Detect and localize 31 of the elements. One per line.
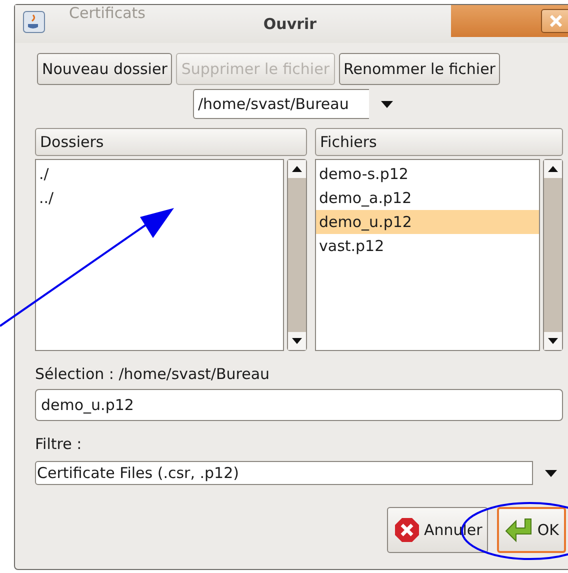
close-icon bbox=[550, 15, 562, 27]
scroll-up-icon[interactable] bbox=[548, 166, 558, 172]
scrollbar[interactable] bbox=[543, 159, 563, 351]
dropdown-caret-icon[interactable] bbox=[381, 100, 393, 108]
ok-button[interactable]: OK bbox=[497, 507, 566, 553]
scroll-down-icon[interactable] bbox=[292, 338, 302, 344]
enter-arrow-icon bbox=[505, 517, 534, 543]
path-dropdown[interactable]: /home/svast/Bureau bbox=[193, 89, 369, 119]
column-header[interactable]: Fichiers bbox=[315, 128, 563, 156]
cup-icon bbox=[23, 11, 45, 33]
filter-dropdown[interactable]: Certificate Files (.csr, .p12) bbox=[35, 461, 533, 485]
selection-label: Sélection : /home/svast/Bureau bbox=[35, 365, 271, 383]
toolbar-button[interactable]: Renommer le fichier bbox=[338, 53, 500, 85]
scrollbar[interactable] bbox=[287, 159, 307, 351]
dropdown-caret-icon[interactable] bbox=[545, 470, 557, 476]
scroll-down-icon[interactable] bbox=[548, 338, 558, 344]
file-item[interactable]: demo_a.p12 bbox=[316, 186, 539, 210]
close-button[interactable] bbox=[541, 9, 568, 33]
file-item[interactable]: demo-s.p12 bbox=[316, 162, 539, 186]
filter-label: Filtre : bbox=[35, 435, 83, 453]
file-item[interactable]: vast.p12 bbox=[316, 234, 539, 258]
filename-field[interactable]: demo_u.p12 bbox=[35, 389, 563, 421]
folder-item[interactable]: ../ bbox=[36, 186, 283, 210]
toolbar-button[interactable]: Nouveau dossier bbox=[37, 53, 172, 85]
column-header[interactable]: Dossiers bbox=[35, 128, 307, 156]
background-window-title: Certificats bbox=[69, 5, 146, 21]
folder-item[interactable]: ./ bbox=[36, 162, 283, 186]
scroll-up-icon[interactable] bbox=[292, 166, 302, 172]
cancel-icon bbox=[394, 517, 420, 543]
window-title: Ouvrir bbox=[263, 15, 317, 33]
file-item[interactable]: demo_u.p12 bbox=[316, 210, 539, 234]
